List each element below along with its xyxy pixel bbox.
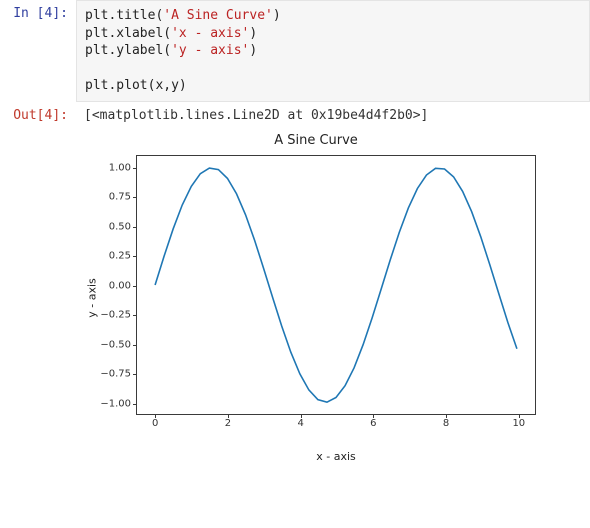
code-l1b: ) bbox=[273, 8, 281, 23]
ytick-mark bbox=[133, 197, 137, 198]
output-text: [<matplotlib.lines.Line2D at 0x19be4d4f2… bbox=[76, 102, 590, 129]
xtick-mark bbox=[228, 414, 229, 418]
ytick-label: −0.75 bbox=[100, 369, 131, 380]
xtick-mark bbox=[519, 414, 520, 418]
code-l2str: 'x - axis' bbox=[171, 26, 249, 41]
code-l3a: plt.ylabel( bbox=[85, 43, 171, 58]
xtick-label: 0 bbox=[152, 418, 158, 429]
code-l5: plt.plot(x,y) bbox=[85, 78, 187, 93]
ytick-label: 1.00 bbox=[109, 162, 131, 173]
chart-output: A Sine Curve y - axis −1.00−0.75−0.50−0.… bbox=[76, 129, 590, 473]
xtick-mark bbox=[373, 414, 374, 418]
code-l1str: 'A Sine Curve' bbox=[163, 8, 273, 23]
code-editor[interactable]: plt.title('A Sine Curve') plt.xlabel('x … bbox=[76, 0, 590, 102]
out-suffix: ]: bbox=[52, 108, 68, 123]
plot-area: −1.00−0.75−0.50−0.250.000.250.500.751.00… bbox=[136, 155, 536, 415]
ytick-mark bbox=[133, 286, 137, 287]
ytick-mark bbox=[133, 227, 137, 228]
ytick-mark bbox=[133, 256, 137, 257]
ytick-label: −0.25 bbox=[100, 310, 131, 321]
ytick-mark bbox=[133, 168, 137, 169]
chart-xlabel: x - axis bbox=[136, 450, 536, 463]
ytick-label: 0.00 bbox=[109, 280, 131, 291]
xtick-mark bbox=[155, 414, 156, 418]
chart-title: A Sine Curve bbox=[76, 133, 556, 148]
ytick-label: −0.50 bbox=[100, 339, 131, 350]
xtick-label: 8 bbox=[443, 418, 449, 429]
ytick-mark bbox=[133, 345, 137, 346]
xtick-label: 4 bbox=[297, 418, 303, 429]
code-l1a: plt.title( bbox=[85, 8, 163, 23]
ytick-mark bbox=[133, 404, 137, 405]
code-l2a: plt.xlabel( bbox=[85, 26, 171, 41]
out-prefix: Out[ bbox=[13, 108, 44, 123]
ytick-label: −1.00 bbox=[100, 398, 131, 409]
xtick-label: 2 bbox=[225, 418, 231, 429]
chart-ylabel: y - axis bbox=[85, 278, 98, 318]
ytick-mark bbox=[133, 315, 137, 316]
sine-line bbox=[137, 156, 535, 414]
output-prompt: Out[4]: bbox=[0, 102, 76, 129]
ytick-mark bbox=[133, 374, 137, 375]
sine-chart: A Sine Curve y - axis −1.00−0.75−0.50−0.… bbox=[76, 133, 556, 463]
code-l3str: 'y - axis' bbox=[171, 43, 249, 58]
xtick-label: 10 bbox=[512, 418, 525, 429]
ytick-label: 0.50 bbox=[109, 221, 131, 232]
xtick-mark bbox=[301, 414, 302, 418]
output-cell: Out[4]: [<matplotlib.lines.Line2D at 0x1… bbox=[0, 102, 590, 129]
code-l3b: ) bbox=[249, 43, 257, 58]
xtick-label: 6 bbox=[370, 418, 376, 429]
input-cell: In [4]: plt.title('A Sine Curve') plt.xl… bbox=[0, 0, 590, 102]
in-prefix: In [ bbox=[13, 6, 44, 21]
xtick-mark bbox=[446, 414, 447, 418]
in-suffix: ]: bbox=[52, 6, 68, 21]
ytick-label: 0.75 bbox=[109, 192, 131, 203]
input-prompt: In [4]: bbox=[0, 0, 76, 27]
ytick-label: 0.25 bbox=[109, 251, 131, 262]
code-l2b: ) bbox=[249, 26, 257, 41]
